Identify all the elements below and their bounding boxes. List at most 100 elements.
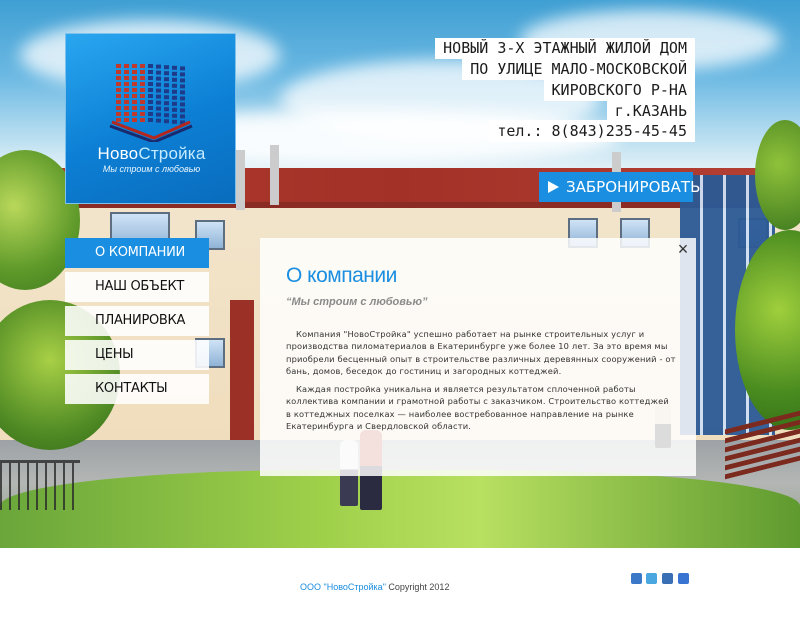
logo-grid-cell <box>156 106 161 111</box>
logo-grid-cell <box>164 95 169 100</box>
logo-grid-cell <box>132 70 137 74</box>
logo-grid-cell <box>172 71 177 76</box>
logo-grid-cell <box>124 64 129 68</box>
logo-grid-cell <box>116 70 121 74</box>
building-logo-icon <box>109 64 193 142</box>
logo-grid-cell <box>140 76 145 80</box>
logo-grid-cell <box>124 112 129 116</box>
logo-grid-cell <box>164 77 169 82</box>
iron-fence <box>0 460 80 510</box>
logo-grid-cell <box>164 71 169 76</box>
logo-grid-cell <box>148 82 153 86</box>
logo-grid-cell <box>116 76 121 80</box>
logo-grid-cell <box>156 88 161 93</box>
logo-grid-cell <box>180 96 185 101</box>
logo-grid-cell <box>180 84 185 89</box>
header-city: г.КАЗАНЬ <box>606 101 695 122</box>
logo-grid-cell <box>172 119 177 124</box>
play-arrow-icon <box>548 181 559 193</box>
logo-grid-cell <box>156 82 161 87</box>
logo-grid-cell <box>148 100 153 104</box>
nav-item-about[interactable]: О КОМПАНИИ <box>65 238 209 268</box>
footer-copyright: ООО "НовоСтройка" Copyright 2012 <box>300 582 449 592</box>
logo-grid-cell <box>156 118 161 123</box>
logo-grid-cell <box>116 112 121 116</box>
logo-grid-cell <box>132 112 137 116</box>
logo-grid-cell <box>148 118 153 122</box>
logo-grid-cell <box>172 113 177 118</box>
header-phone[interactable]: тел.: 8(843)235-45-45 <box>489 120 695 142</box>
nav-item-object[interactable]: НАШ ОБЪЕКТ <box>65 272 209 302</box>
logo-grid-cell <box>140 118 145 122</box>
logo-grid-cell <box>116 82 121 86</box>
panel-paragraph-1: Компания "НовоСтройка" успешно работает … <box>286 329 676 377</box>
logo-grid-cell <box>140 82 145 86</box>
logo-grid-cell <box>140 106 145 110</box>
main-nav: О КОМПАНИИ НАШ ОБЪЕКТ ПЛАНИРОВКА ЦЕНЫ КО… <box>65 238 209 408</box>
logo-grid-cell <box>132 100 137 104</box>
nav-item-label: ПЛАНИРОВКА <box>95 313 186 328</box>
panel-title: О компании <box>286 264 397 287</box>
logo-grid-cell <box>132 106 137 110</box>
footer-copyright-text: Copyright 2012 <box>388 582 450 592</box>
close-icon[interactable]: × <box>676 240 690 258</box>
book-button[interactable]: ЗАБРОНИРОВАТЬ <box>539 172 700 202</box>
header-line-2: ПО УЛИЦЕ МАЛО-МОСКОВСКОЙ <box>462 59 695 80</box>
logo-grid-cell <box>164 89 169 94</box>
logo-grid-cell <box>148 106 153 110</box>
logo-grid-cell <box>148 64 153 68</box>
logo-grid-cell <box>164 107 169 112</box>
logo-grid-cell <box>156 112 161 117</box>
logo-grid-cell <box>148 88 153 92</box>
logo-grid-cell <box>116 88 121 92</box>
nav-item-label: О КОМПАНИИ <box>95 245 185 260</box>
nav-item-contacts[interactable]: КОНТАКТЫ <box>65 374 209 404</box>
logo-grid-cell <box>172 101 177 106</box>
footer-company-link[interactable]: ООО "НовоСтройка" <box>300 582 386 592</box>
nav-item-label: КОНТАКТЫ <box>95 381 168 396</box>
linkedin-icon[interactable] <box>662 573 673 584</box>
logo-grid-cell <box>180 90 185 95</box>
logo-grid-cell <box>132 88 137 92</box>
logo-grid-cell <box>180 78 185 83</box>
logo-grid-cell <box>172 77 177 82</box>
logo-grid-cell <box>124 94 129 98</box>
logo-grid-cell <box>116 118 121 122</box>
logo-grid-cell <box>140 112 145 116</box>
logo-grid-cell <box>132 82 137 86</box>
content-panel: × О компании “Мы строим с любовью” Компа… <box>260 238 696 476</box>
nav-item-prices[interactable]: ЦЕНЫ <box>65 340 209 370</box>
logo-grid-cell <box>164 65 169 70</box>
nav-item-layout[interactable]: ПЛАНИРОВКА <box>65 306 209 336</box>
logo-grid-cell <box>116 94 121 98</box>
panel-paragraph-2: Каждая постройка уникальна и является ре… <box>286 384 669 432</box>
logo-grid-cell <box>156 70 161 75</box>
logo-grid-cell <box>172 89 177 94</box>
delicious-icon[interactable] <box>678 573 689 584</box>
facebook-icon[interactable] <box>631 573 642 584</box>
logo-grid-cell <box>132 94 137 98</box>
logo-grid-cell <box>148 112 153 116</box>
logo-grid-cell <box>180 102 185 107</box>
logo-grid-cell <box>124 76 129 80</box>
logo-grid-cell <box>156 64 161 69</box>
logo-grid-cell <box>124 100 129 104</box>
logo-grid-cell <box>172 107 177 112</box>
logo-grid-cell <box>156 100 161 105</box>
nav-item-label: ЦЕНЫ <box>95 347 134 362</box>
logo-grid-cell <box>132 76 137 80</box>
logo-grid-cell <box>164 83 169 88</box>
logo-grid-cell <box>172 65 177 70</box>
twitter-icon[interactable] <box>646 573 657 584</box>
book-button-label: ЗАБРОНИРОВАТЬ <box>566 178 701 196</box>
logo-grid-cell <box>140 94 145 98</box>
logo-grid-cell <box>148 70 153 74</box>
logo-grid-cell <box>148 94 153 98</box>
logo-grid-cell <box>140 70 145 74</box>
header-line-3: КИРОВСКОГО Р-НА <box>543 80 695 101</box>
site-logo[interactable]: НовоСтройка Мы строим с любовью <box>65 33 236 204</box>
logo-wordmark-part1: Ново <box>97 144 139 163</box>
logo-grid-cell <box>148 76 153 80</box>
panel-subtitle: “Мы строим с любовью” <box>286 296 428 308</box>
logo-grid-cell <box>132 64 137 68</box>
